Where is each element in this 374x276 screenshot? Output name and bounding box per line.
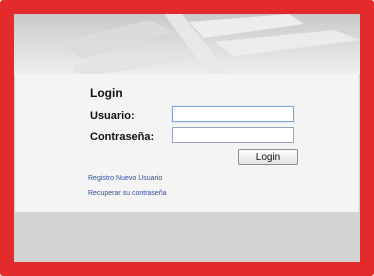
footer-band xyxy=(14,212,360,262)
username-label: Usuario: xyxy=(90,110,135,122)
header-banner-graphic xyxy=(14,14,360,74)
login-button[interactable]: Login xyxy=(238,149,298,165)
username-input[interactable] xyxy=(172,106,294,122)
password-input[interactable] xyxy=(172,127,294,143)
register-link[interactable]: Registro Nuevo Usuario xyxy=(88,175,162,182)
login-window-frame: Login Usuario: Contraseña: Login Registr… xyxy=(0,0,374,276)
login-title: Login xyxy=(90,86,123,100)
password-label: Contraseña: xyxy=(90,131,155,143)
recover-password-link[interactable]: Recuperar su contraseña xyxy=(88,190,167,197)
login-panel: Login Usuario: Contraseña: Login Registr… xyxy=(14,14,360,262)
